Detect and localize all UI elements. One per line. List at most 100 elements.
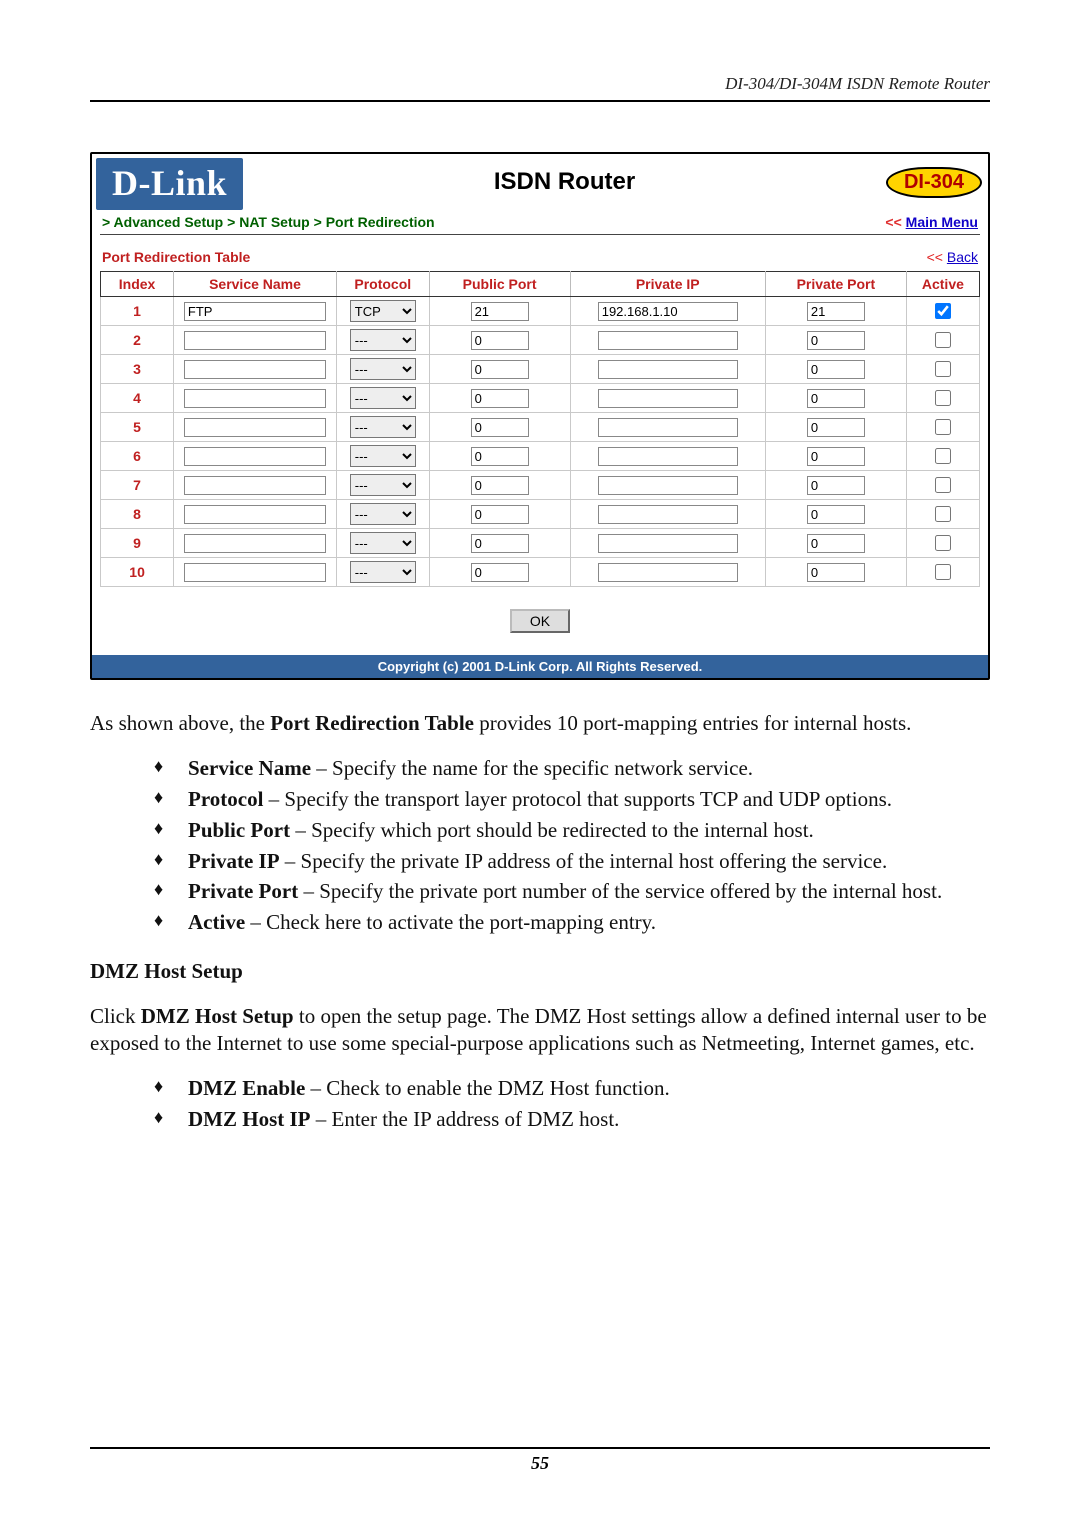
port-redirection-table: Index Service Name Protocol Public Port …: [100, 271, 980, 587]
router-admin-panel: D-Link ISDN Router DI-304 > Advanced Set…: [90, 152, 990, 680]
dmz-description-list: DMZ Enable – Check to enable the DMZ Hos…: [90, 1075, 990, 1133]
dmz-heading: DMZ Host Setup: [90, 958, 990, 985]
protocol-select[interactable]: ---TCPUDP: [350, 329, 416, 351]
breadcrumb-arrow: >: [314, 214, 326, 230]
service-name-input[interactable]: [184, 505, 326, 524]
main-menu-link[interactable]: Main Menu: [906, 214, 978, 230]
active-checkbox[interactable]: [935, 506, 951, 522]
public-port-input[interactable]: [471, 534, 529, 553]
table-row: 2 ---TCPUDP: [101, 326, 980, 355]
private-port-input[interactable]: [807, 563, 865, 582]
table-row: 6---TCPUDP: [101, 442, 980, 471]
definition: – Enter the IP address of DMZ host.: [311, 1107, 620, 1131]
definition: – Specify the private port number of the…: [298, 879, 942, 903]
service-name-input[interactable]: [184, 360, 326, 379]
running-head: DI-304/DI-304M ISDN Remote Router: [90, 74, 990, 102]
list-item: Private IP – Specify the private IP addr…: [154, 848, 970, 875]
private-ip-input[interactable]: [598, 476, 738, 495]
private-ip-input[interactable]: [598, 534, 738, 553]
term: Public Port: [188, 818, 290, 842]
protocol-select[interactable]: ---TCPUDP: [350, 561, 416, 583]
service-name-input[interactable]: [184, 447, 326, 466]
definition: – Specify the private IP address of the …: [280, 849, 888, 873]
breadcrumb-item: Port Redirection: [326, 214, 435, 230]
protocol-select[interactable]: ---TCPUDP: [350, 416, 416, 438]
private-ip-input[interactable]: [598, 418, 738, 437]
back-link[interactable]: Back: [947, 249, 978, 265]
protocol-select[interactable]: ---TCPUDP: [350, 387, 416, 409]
list-item: Public Port – Specify which port should …: [154, 817, 970, 844]
term: Active: [188, 910, 245, 934]
text: Click: [90, 1004, 141, 1028]
active-checkbox[interactable]: [935, 419, 951, 435]
ok-button[interactable]: OK: [510, 609, 570, 633]
active-checkbox[interactable]: [935, 477, 951, 493]
service-name-input[interactable]: [184, 302, 326, 321]
intro-paragraph: As shown above, the Port Redirection Tab…: [90, 710, 990, 737]
service-name-input[interactable]: [184, 476, 326, 495]
active-checkbox[interactable]: [935, 448, 951, 464]
definition: – Specify which port should be redirecte…: [290, 818, 814, 842]
active-checkbox[interactable]: [935, 332, 951, 348]
protocol-select[interactable]: ---TCPUDP: [350, 445, 416, 467]
service-name-input[interactable]: [184, 389, 326, 408]
breadcrumb-arrow: >: [227, 214, 239, 230]
active-checkbox[interactable]: [935, 361, 951, 377]
col-active: Active: [906, 272, 979, 297]
table-row: 1 ---TCPUDP: [101, 297, 980, 326]
service-name-input[interactable]: [184, 534, 326, 553]
public-port-input[interactable]: [471, 360, 529, 379]
private-port-input[interactable]: [807, 476, 865, 495]
text-bold: DMZ Host Setup: [141, 1004, 294, 1028]
protocol-select[interactable]: ---TCPUDP: [350, 532, 416, 554]
term: Service Name: [188, 756, 311, 780]
table-row: 8---TCPUDP: [101, 500, 980, 529]
service-name-input[interactable]: [184, 563, 326, 582]
copyright-footer: Copyright (c) 2001 D-Link Corp. All Righ…: [92, 655, 988, 678]
brand-logo: D-Link: [96, 158, 243, 210]
private-port-input[interactable]: [807, 534, 865, 553]
col-index: Index: [101, 272, 174, 297]
service-name-input[interactable]: [184, 418, 326, 437]
private-ip-input[interactable]: [598, 505, 738, 524]
dmz-paragraph: Click DMZ Host Setup to open the setup p…: [90, 1003, 990, 1057]
private-port-input[interactable]: [807, 331, 865, 350]
private-ip-input[interactable]: [598, 302, 738, 321]
breadcrumb-item: NAT Setup: [239, 214, 310, 230]
private-port-input[interactable]: [807, 418, 865, 437]
active-checkbox[interactable]: [935, 535, 951, 551]
public-port-input[interactable]: [471, 389, 529, 408]
private-ip-input[interactable]: [598, 389, 738, 408]
row-index: 1: [101, 297, 174, 326]
active-checkbox[interactable]: [935, 390, 951, 406]
private-port-input[interactable]: [807, 389, 865, 408]
page-title: ISDN Router: [243, 168, 886, 196]
public-port-input[interactable]: [471, 476, 529, 495]
breadcrumb-arrow: >: [102, 214, 114, 230]
private-port-input[interactable]: [807, 505, 865, 524]
private-ip-input[interactable]: [598, 360, 738, 379]
service-name-input[interactable]: [184, 331, 326, 350]
protocol-select[interactable]: ---TCPUDP: [350, 300, 416, 322]
private-port-input[interactable]: [807, 447, 865, 466]
protocol-select[interactable]: ---TCPUDP: [350, 474, 416, 496]
private-ip-input[interactable]: [598, 447, 738, 466]
private-port-input[interactable]: [807, 360, 865, 379]
public-port-input[interactable]: [471, 302, 529, 321]
active-checkbox[interactable]: [935, 303, 951, 319]
public-port-input[interactable]: [471, 505, 529, 524]
row-index: 3: [101, 355, 174, 384]
public-port-input[interactable]: [471, 331, 529, 350]
protocol-select[interactable]: ---TCPUDP: [350, 358, 416, 380]
row-index: 9: [101, 529, 174, 558]
col-protocol: Protocol: [336, 272, 429, 297]
public-port-input[interactable]: [471, 418, 529, 437]
private-ip-input[interactable]: [598, 331, 738, 350]
protocol-select[interactable]: ---TCPUDP: [350, 503, 416, 525]
public-port-input[interactable]: [471, 447, 529, 466]
private-ip-input[interactable]: [598, 563, 738, 582]
private-port-input[interactable]: [807, 302, 865, 321]
public-port-input[interactable]: [471, 563, 529, 582]
row-index: 2: [101, 326, 174, 355]
active-checkbox[interactable]: [935, 564, 951, 580]
